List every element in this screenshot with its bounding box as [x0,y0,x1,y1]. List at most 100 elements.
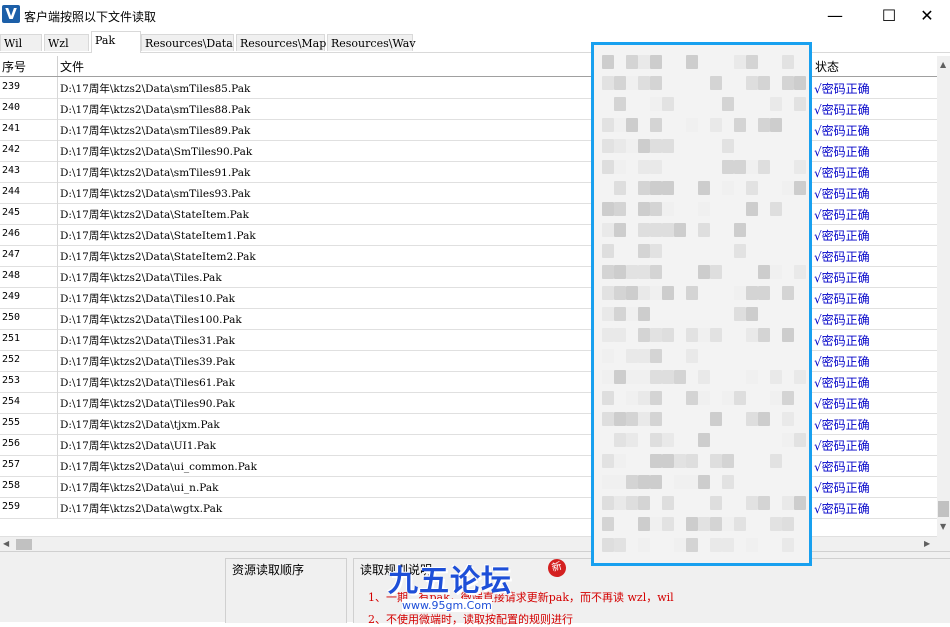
redaction-block [722,160,734,174]
redaction-block [638,55,650,69]
row-file-path: D:\17周年\ktzs2\Data\StateItem.Pak [60,209,250,221]
header-file[interactable]: 文件 [60,58,84,75]
window-title: 客户端按照以下文件读取 [24,10,157,24]
redaction-block [602,496,614,510]
row-status: √密码正确 [814,439,870,453]
redaction-block [722,517,734,531]
redaction-block [710,454,722,468]
redaction-block [638,202,650,216]
redaction-block [638,370,650,384]
tab-pak[interactable]: Pak [91,31,141,53]
row-number: 258 [2,480,21,491]
close-button[interactable]: ✕ [904,0,950,31]
redaction-block [638,412,650,426]
watermark-logo: 九五论坛 www.95gm.Com 新 [388,556,588,621]
redaction-block [602,475,614,489]
tab-wil[interactable]: Wil [0,34,42,51]
vertical-scrollbar[interactable]: ▲ ▼ [937,56,950,536]
redaction-block [794,160,806,174]
redaction-block [686,55,698,69]
redaction-block [770,202,782,216]
redaction-block [662,454,674,468]
redaction-block [614,496,626,510]
row-status: √密码正确 [814,250,870,264]
row-number: 246 [2,228,21,239]
redaction-block [650,118,662,132]
redaction-block [746,412,758,426]
redaction-block [638,139,650,153]
tab-wzl[interactable]: Wzl [44,34,89,51]
redaction-block [638,307,650,321]
redaction-block [746,328,758,342]
redaction-block [614,76,626,90]
redaction-block [650,223,662,237]
scroll-down-icon[interactable]: ▼ [940,522,946,531]
redaction-block [638,286,650,300]
redaction-block [626,496,638,510]
tab-resources-wav[interactable]: Resources\Wav [327,34,416,51]
row-file-path: D:\17周年\ktzs2\Data\Tiles39.Pak [60,356,236,368]
tab-resources-data[interactable]: Resources\Data [141,34,234,51]
redaction-block [650,160,662,174]
redaction-block [626,118,638,132]
row-number: 251 [2,333,21,344]
redaction-block [614,370,626,384]
redaction-block [698,370,710,384]
redaction-block [734,286,746,300]
redaction-block [734,244,746,258]
redaction-block [650,370,662,384]
row-number: 249 [2,291,21,302]
row-number: 244 [2,186,21,197]
header-num[interactable]: 序号 [2,58,26,75]
redaction-block [686,286,698,300]
redaction-block [626,370,638,384]
redaction-block [662,202,674,216]
redaction-block [662,517,674,531]
redaction-block [782,517,794,531]
redaction-block [614,160,626,174]
redaction-block [638,181,650,195]
redaction-block [722,139,734,153]
redaction-block [758,118,770,132]
redaction-block [602,223,614,237]
redaction-block [710,412,722,426]
redaction-block [746,160,758,174]
redaction-block [614,307,626,321]
redaction-block [626,76,638,90]
vertical-scroll-thumb[interactable] [938,501,949,517]
row-number: 259 [2,501,21,512]
row-status: √密码正确 [814,481,870,495]
redaction-block [602,160,614,174]
redaction-block [782,496,794,510]
minimize-button[interactable]: — [812,0,858,31]
header-status[interactable]: 状态 [815,58,839,75]
redaction-block [602,307,614,321]
row-number: 245 [2,207,21,218]
redaction-block [662,370,674,384]
redaction-block [614,412,626,426]
horizontal-scroll-thumb[interactable] [16,539,32,550]
redaction-block [626,307,638,321]
app-icon: V [2,5,20,23]
row-file-path: D:\17周年\ktzs2\Data\Tiles100.Pak [60,314,242,326]
scroll-right-icon[interactable]: ▶ [924,539,930,548]
row-status: √密码正确 [814,313,870,327]
redaction-block [626,475,638,489]
redaction-block [638,223,650,237]
redaction-block [746,286,758,300]
redaction-block [662,286,674,300]
redaction-block [626,433,638,447]
scroll-up-icon[interactable]: ▲ [940,60,946,69]
redaction-block [662,97,674,111]
row-number: 247 [2,249,21,260]
redaction-block [602,55,614,69]
redaction-block [698,517,710,531]
row-file-path: D:\17周年\ktzs2\Data\SmTiles90.Pak [60,146,253,158]
redaction-block [698,202,710,216]
tab-resources-map[interactable]: Resources\Map [236,34,326,51]
redaction-block [746,496,758,510]
redaction-block [650,433,662,447]
row-number: 256 [2,438,21,449]
redaction-block [614,538,626,552]
scroll-left-icon[interactable]: ◀ [3,539,9,548]
